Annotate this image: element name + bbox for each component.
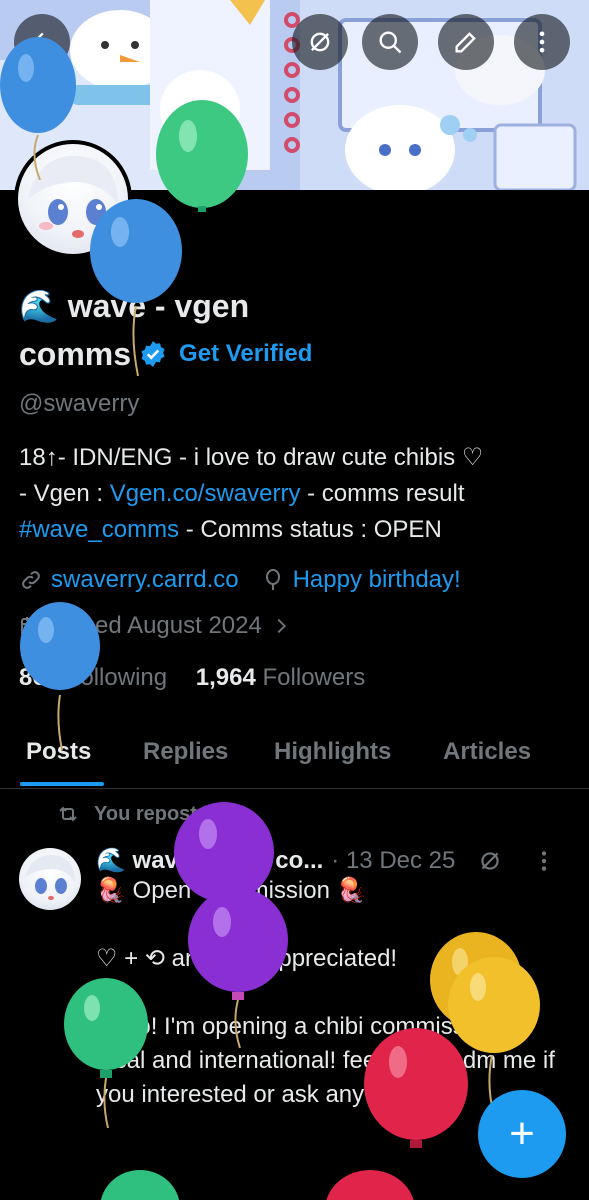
search-icon xyxy=(379,31,402,54)
edit-button[interactable] xyxy=(438,14,494,70)
profile-meta-links: swaverry.carrd.co Happy birthday! xyxy=(19,566,461,594)
link-icon xyxy=(22,571,40,589)
bio-line-2-prefix: - Vgen : xyxy=(19,480,110,507)
plus-icon: + xyxy=(509,1109,535,1158)
tab-articles[interactable]: Articles xyxy=(443,738,531,766)
balloon-decoration xyxy=(64,978,148,1128)
balloon-decoration xyxy=(326,1170,414,1200)
balloon-decoration xyxy=(100,1170,180,1200)
balloon-decoration xyxy=(20,602,100,750)
more-options-button[interactable] xyxy=(514,14,570,70)
pencil-icon xyxy=(455,32,476,53)
profile-bio: 18↑- IDN/ENG - i love to draw cute chibi… xyxy=(19,440,579,548)
wave-emoji: 🌊 xyxy=(19,288,59,324)
compose-button[interactable]: + xyxy=(478,1090,566,1178)
tab-replies[interactable]: Replies xyxy=(143,738,228,766)
hashtag-link[interactable]: #wave_comms xyxy=(19,516,179,543)
bio-line-2-suffix: - comms result xyxy=(300,480,465,507)
bio-line-3-suffix: - Comms status : OPEN xyxy=(179,516,442,543)
search-button[interactable] xyxy=(362,14,418,70)
post-author-avatar[interactable] xyxy=(19,848,81,910)
balloon-decoration xyxy=(364,1028,468,1148)
post-header: 🌊 wave - vgen co... · 13 Dec 25 xyxy=(96,846,576,875)
grok-icon xyxy=(310,32,330,52)
repost-icon xyxy=(59,806,77,822)
more-vertical-icon xyxy=(539,31,545,53)
followers-count: 1,964 xyxy=(195,664,256,691)
chevron-right-icon xyxy=(277,618,286,634)
tab-highlights[interactable]: Highlights xyxy=(274,738,391,766)
get-verified-link[interactable]: Get Verified xyxy=(179,330,312,378)
profile-name: 🌊 wave - vgen comms Get Verified xyxy=(19,282,399,378)
followers-link[interactable]: 1,964 Followers xyxy=(196,664,365,691)
followers-label: Followers xyxy=(262,664,366,691)
balloon-icon xyxy=(265,569,280,590)
balloon-decoration xyxy=(188,888,288,1048)
profile-handle: @swaverry xyxy=(19,390,140,417)
grok-button[interactable] xyxy=(292,14,348,70)
website-link[interactable]: swaverry.carrd.co xyxy=(51,566,239,594)
post-date[interactable]: · 13 Dec 25 xyxy=(331,847,455,875)
grok-icon[interactable] xyxy=(477,848,503,874)
bio-line-1: 18↑- IDN/ENG - i love to draw cute chibi… xyxy=(19,444,484,471)
balloon-decoration xyxy=(90,199,182,376)
balloon-decoration xyxy=(0,37,76,180)
birthday-link[interactable]: Happy birthday! xyxy=(293,566,461,594)
vgen-link[interactable]: Vgen.co/swaverry xyxy=(110,480,301,507)
active-tab-indicator xyxy=(20,782,104,786)
more-vertical-icon[interactable] xyxy=(531,848,557,874)
